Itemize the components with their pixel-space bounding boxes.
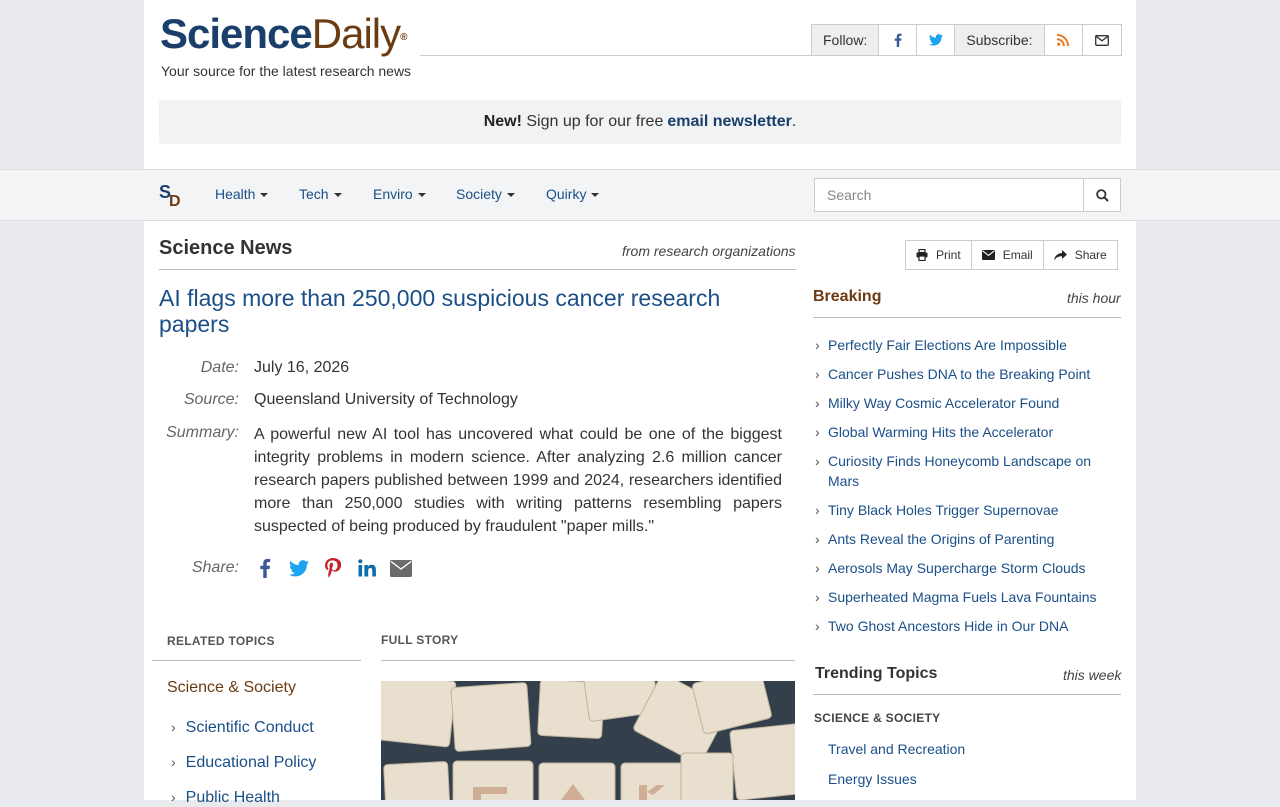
newsletter-link[interactable]: email newsletter bbox=[667, 113, 792, 131]
share-arrow-icon bbox=[1053, 249, 1067, 260]
search-button[interactable] bbox=[1083, 178, 1121, 212]
email-button[interactable]: Email bbox=[972, 241, 1044, 269]
related-topic-label: Public Health bbox=[185, 789, 280, 806]
trending-divider bbox=[813, 694, 1121, 695]
related-topic-item[interactable]: › Public Health bbox=[171, 789, 280, 807]
breaking-item[interactable]: Global Warming Hits the Accelerator bbox=[813, 422, 1113, 442]
nav-label: Quirky bbox=[546, 186, 587, 202]
site-tagline: Your source for the latest research news bbox=[161, 63, 412, 79]
share-button[interactable]: Share bbox=[1044, 241, 1117, 269]
breaking-divider bbox=[813, 317, 1121, 318]
breaking-item[interactable]: Superheated Magma Fuels Lava Fountains bbox=[813, 587, 1113, 607]
twitter-share-icon[interactable] bbox=[288, 556, 310, 580]
header-divider bbox=[420, 55, 811, 56]
nav-label: Tech bbox=[299, 186, 329, 202]
breaking-title: Breaking bbox=[813, 288, 882, 305]
full-story-heading: FULL STORY bbox=[381, 633, 459, 647]
breaking-item[interactable]: Aerosols May Supercharge Storm Clouds bbox=[813, 558, 1113, 578]
email-icon[interactable] bbox=[1083, 25, 1121, 55]
email-label: Email bbox=[1002, 248, 1033, 262]
site-logo[interactable]: ScienceDaily® bbox=[160, 10, 408, 57]
article-summary: A powerful new AI tool has uncovered wha… bbox=[254, 426, 782, 535]
nav-item-society[interactable]: Society bbox=[456, 186, 515, 202]
nav-label: Health bbox=[215, 186, 256, 202]
caret-down-icon bbox=[591, 193, 600, 198]
sd-logo-icon[interactable]: SD bbox=[159, 183, 183, 210]
nav-item-enviro[interactable]: Enviro bbox=[373, 186, 426, 202]
date-label: Date: bbox=[200, 359, 239, 376]
nav-label: Enviro bbox=[373, 186, 413, 202]
subscribe-label: Subscribe: bbox=[955, 25, 1045, 55]
follow-label: Follow: bbox=[812, 25, 880, 55]
share-label: Share bbox=[1074, 248, 1107, 262]
caret-down-icon bbox=[506, 193, 515, 198]
breaking-item[interactable]: Tiny Black Holes Trigger Supernovae bbox=[813, 500, 1113, 520]
facebook-share-icon[interactable] bbox=[254, 556, 276, 580]
newsletter-suffix: . bbox=[791, 113, 797, 130]
newsletter-text: Sign up for our free bbox=[526, 113, 664, 130]
chevron-right-icon: › bbox=[171, 719, 176, 735]
breaking-item[interactable]: Perfectly Fair Elections Are Impossible bbox=[813, 335, 1113, 355]
search-input[interactable] bbox=[814, 178, 1084, 212]
print-label: Print bbox=[936, 248, 961, 262]
share-icons bbox=[254, 556, 412, 580]
pinterest-share-icon[interactable] bbox=[322, 556, 344, 580]
breaking-item[interactable]: Cancer Pushes DNA to the Breaking Point bbox=[813, 364, 1113, 384]
rss-icon[interactable] bbox=[1045, 25, 1083, 55]
article-photo bbox=[381, 681, 795, 800]
chevron-right-icon: › bbox=[171, 754, 176, 770]
article-date: July 16, 2026 bbox=[254, 359, 350, 376]
article-source: Queensland University of Technology bbox=[254, 391, 518, 408]
breaking-subtitle: this hour bbox=[1067, 290, 1121, 306]
trending-item[interactable]: Energy Issues bbox=[828, 771, 917, 787]
breaking-item[interactable]: Curiosity Finds Honeycomb Landscape on M… bbox=[813, 451, 1113, 491]
breaking-item[interactable]: Ants Reveal the Origins of Parenting bbox=[813, 529, 1113, 549]
nav-item-health[interactable]: Health bbox=[215, 186, 269, 202]
breaking-item[interactable]: Milky Way Cosmic Accelerator Found bbox=[813, 393, 1113, 413]
logo-science: Science bbox=[160, 10, 313, 57]
trending-subtitle: this week bbox=[1063, 667, 1122, 683]
caret-down-icon bbox=[417, 193, 426, 198]
related-topic-item[interactable]: › Educational Policy bbox=[171, 754, 316, 772]
nav-item-quirky[interactable]: Quirky bbox=[546, 186, 600, 202]
source-label: Source: bbox=[183, 391, 239, 408]
related-topic-label: Educational Policy bbox=[185, 754, 317, 771]
related-category[interactable]: Science & Society bbox=[167, 679, 296, 697]
share-label: Share: bbox=[191, 559, 239, 576]
related-topic-item[interactable]: › Scientific Conduct bbox=[171, 719, 314, 737]
linkedin-share-icon[interactable] bbox=[356, 556, 378, 580]
social-bar: Follow: Subscribe: bbox=[811, 24, 1122, 56]
nav-item-tech[interactable]: Tech bbox=[299, 186, 342, 202]
article-headline: AI flags more than 250,000 suspicious ca… bbox=[159, 285, 721, 337]
newsletter-new-label: New! bbox=[483, 113, 522, 130]
section-title: Science News bbox=[159, 237, 293, 259]
newsletter-banner: New! Sign up for our free email newslette… bbox=[159, 100, 1121, 144]
registered-mark: ® bbox=[400, 32, 407, 43]
related-topics-divider bbox=[152, 660, 361, 661]
twitter-icon[interactable] bbox=[917, 25, 956, 55]
trending-title: Trending Topics bbox=[815, 665, 938, 682]
facebook-icon[interactable] bbox=[879, 25, 918, 55]
print-icon bbox=[916, 249, 928, 261]
nav-label: Society bbox=[456, 186, 502, 202]
caret-down-icon bbox=[260, 193, 269, 198]
logo-daily: Daily bbox=[311, 10, 401, 57]
search-icon bbox=[1095, 188, 1109, 202]
email-share-icon[interactable] bbox=[390, 556, 412, 580]
trending-item[interactable]: Travel and Recreation bbox=[828, 741, 965, 757]
full-story-divider bbox=[381, 660, 795, 661]
print-button[interactable]: Print bbox=[906, 241, 972, 269]
related-topic-label: Scientific Conduct bbox=[185, 719, 314, 736]
trending-category: SCIENCE & SOCIETY bbox=[814, 711, 941, 725]
summary-label: Summary: bbox=[166, 424, 239, 441]
section-divider bbox=[159, 269, 796, 270]
sd-logo-d: D bbox=[169, 193, 181, 210]
section-subtitle: from research organizations bbox=[622, 243, 796, 259]
breaking-item[interactable]: Two Ghost Ancestors Hide in Our DNA bbox=[813, 616, 1113, 636]
envelope-icon bbox=[981, 250, 995, 260]
chevron-right-icon: › bbox=[171, 789, 176, 805]
related-topics-heading: RELATED TOPICS bbox=[167, 634, 275, 648]
article-tools: Print Email Share bbox=[905, 240, 1118, 270]
caret-down-icon bbox=[333, 193, 342, 198]
